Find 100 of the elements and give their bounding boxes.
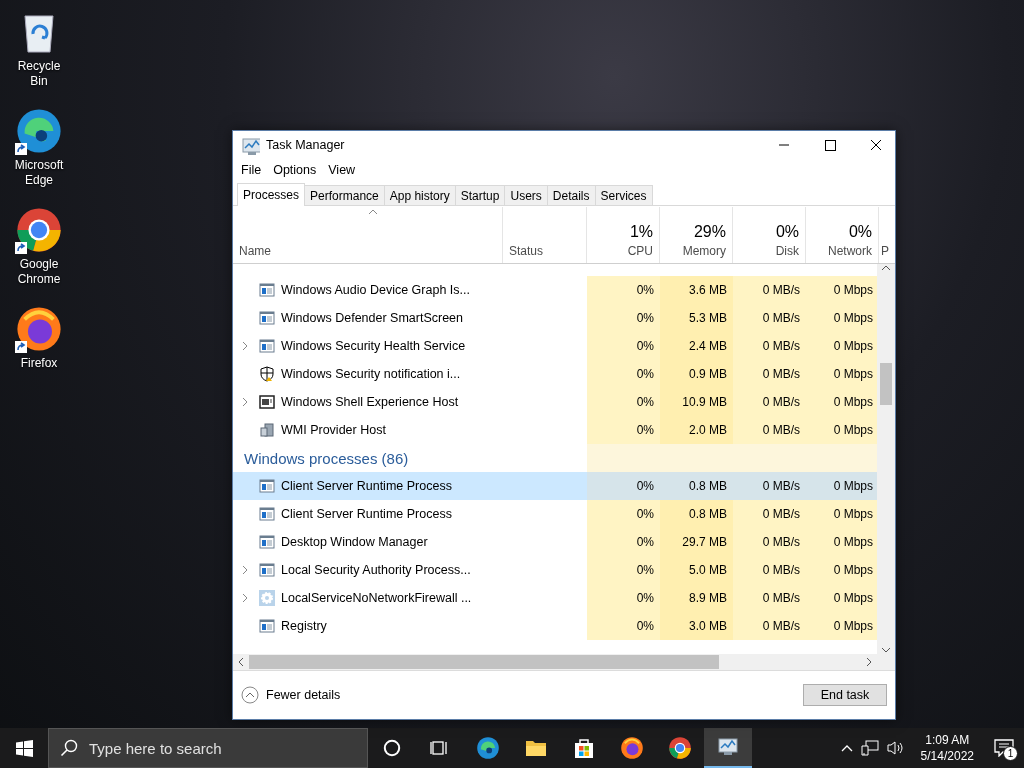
- scroll-up-icon[interactable]: [881, 264, 891, 272]
- process-row[interactable]: Desktop Window Manager 0% 29.7 MB 0 MB/s 0 Mbps: [233, 528, 877, 556]
- process-row[interactable]: Windows Security Health Service 0% 2.4 MB 0 MB/s 0 Mbps: [233, 332, 877, 360]
- chrome-icon[interactable]: [15, 206, 63, 254]
- chrome-icon: [668, 736, 692, 760]
- expand-chevron-icon[interactable]: [241, 397, 249, 407]
- memory-usage: 2.4 MB: [660, 332, 733, 360]
- expand-chevron-icon[interactable]: [241, 341, 249, 351]
- column-header[interactable]: Status: [509, 244, 580, 258]
- horizontal-scrollbar[interactable]: [233, 654, 895, 671]
- disk-usage: 0 MB/s: [733, 416, 806, 444]
- search-field[interactable]: Type here to search: [48, 728, 368, 768]
- process-name: Client Server Runtime Process: [281, 479, 452, 493]
- tab[interactable]: App history: [383, 185, 456, 205]
- memory-usage: 5.3 MB: [660, 304, 733, 332]
- process-row[interactable]: Windows Defender SmartScreen 0% 5.3 MB 0 MB/s 0 Mbps: [233, 304, 877, 332]
- app-icon: [240, 135, 260, 155]
- tab[interactable]: Services: [594, 185, 653, 205]
- cpu-usage: 0%: [587, 360, 660, 388]
- tab[interactable]: Performance: [304, 185, 385, 205]
- column-usage: 0%: [775, 223, 799, 241]
- desktop-icon-label[interactable]: Recycle Bin: [9, 59, 69, 89]
- network-icon[interactable]: [860, 740, 879, 756]
- process-row[interactable]: Windows Audio Device Graph Is... 0% 3.6 MB 0 MB/s 0 Mbps: [233, 276, 877, 304]
- cpu-usage: 0%: [587, 472, 660, 500]
- window-title: Task Manager: [266, 138, 346, 152]
- process-name: Client Server Runtime Process: [281, 507, 452, 521]
- scrollbar-thumb[interactable]: [880, 363, 892, 405]
- shield-icon: [259, 366, 275, 382]
- cpu-usage: 0%: [587, 304, 660, 332]
- tab[interactable]: Startup: [454, 185, 506, 205]
- end-task-button[interactable]: End task: [803, 684, 887, 706]
- fewer-details-button[interactable]: Fewer details: [241, 686, 341, 704]
- column-header[interactable]: Disk: [775, 244, 799, 258]
- cpu-usage: 0%: [587, 528, 660, 556]
- sort-caret-icon: [367, 209, 378, 215]
- tab[interactable]: Users: [504, 185, 548, 205]
- store-icon: [572, 736, 596, 760]
- process-row[interactable]: Client Server Runtime Process 0% 0.8 MB 0 MB/s 0 Mbps: [233, 500, 877, 528]
- process-row[interactable]: Registry 0% 3.0 MB 0 MB/s 0 Mbps: [233, 612, 877, 640]
- vertical-scrollbar[interactable]: [877, 264, 895, 654]
- process-name: Windows Security Health Service: [281, 339, 466, 353]
- process-row[interactable]: Local Security Authority Process... 0% 5.0 MB 0 MB/s 0 Mbps: [233, 556, 877, 584]
- memory-usage: 0.8 MB: [660, 500, 733, 528]
- process-row[interactable]: WMI Provider Host 0% 2.0 MB 0 MB/s 0 Mbps: [233, 416, 877, 444]
- search-icon: [60, 739, 78, 757]
- process-name: Windows Defender SmartScreen: [281, 311, 464, 325]
- disk-usage: 0 MB/s: [733, 584, 806, 612]
- memory-usage: 2.0 MB: [660, 416, 733, 444]
- taskbar-app-button[interactable]: [704, 728, 752, 768]
- menu-item[interactable]: File: [235, 163, 268, 177]
- notification-icon[interactable]: [994, 739, 1014, 757]
- process-name: Local Security Authority Process...: [281, 563, 471, 577]
- disk-usage: 0 MB/s: [733, 556, 806, 584]
- expand-chevron-icon[interactable]: [241, 565, 249, 575]
- column-header[interactable]: CPU: [627, 244, 653, 258]
- process-name: Registry: [281, 619, 327, 633]
- notification-count: 1: [1003, 746, 1018, 761]
- clock-time[interactable]: 1:09 AM: [925, 732, 970, 748]
- chevron-up-icon[interactable]: [840, 744, 853, 752]
- process-window-icon: [259, 562, 275, 578]
- memory-usage: 29.7 MB: [660, 528, 733, 556]
- cpu-usage: 0%: [587, 332, 660, 360]
- process-row[interactable]: Client Server Runtime Process 0% 0.8 MB 0 MB/s 0 Mbps: [233, 472, 877, 500]
- disk-usage: 0 MB/s: [733, 500, 806, 528]
- network-usage: 0 Mbps: [806, 360, 877, 388]
- memory-usage: 3.0 MB: [660, 612, 733, 640]
- column-header[interactable]: Network: [828, 244, 872, 258]
- menu-item[interactable]: View: [322, 163, 362, 177]
- process-window-icon: [259, 478, 275, 494]
- clock-date[interactable]: 5/14/2022: [920, 748, 974, 764]
- scroll-down-icon[interactable]: [881, 646, 891, 654]
- disk-usage: 0 MB/s: [733, 388, 806, 416]
- column-header[interactable]: Name: [239, 244, 496, 258]
- tab[interactable]: Processes: [237, 183, 306, 206]
- gear-icon: [259, 590, 275, 606]
- expand-chevron-icon[interactable]: [241, 593, 249, 603]
- process-row[interactable]: Windows Security notification i... 0% 0.9 MB 0 MB/s 0 Mbps: [233, 360, 877, 388]
- edge-icon[interactable]: [15, 107, 63, 155]
- cpu-usage: 0%: [587, 500, 660, 528]
- process-name: Windows Security notification i...: [281, 367, 461, 381]
- menu-item[interactable]: Options: [267, 163, 323, 177]
- scrollbar-thumb[interactable]: [249, 655, 719, 669]
- desktop-icon-label[interactable]: Microsoft Edge: [9, 158, 69, 188]
- process-name: LocalServiceNoNetworkFirewall ...: [281, 591, 472, 605]
- firefox-icon[interactable]: [15, 305, 63, 353]
- process-row[interactable]: LocalServiceNoNetworkFirewall ... 0% 8.9 MB 0 MB/s 0 Mbps: [233, 584, 877, 612]
- volume-icon[interactable]: [886, 740, 905, 756]
- process-window-icon: [259, 506, 275, 522]
- column-header[interactable]: P: [881, 244, 895, 258]
- column-header[interactable]: Memory: [682, 244, 726, 258]
- process-row[interactable]: Windows Shell Experience Host 0% 10.9 MB 0 MB/s 0 Mbps: [233, 388, 877, 416]
- memory-usage: 5.0 MB: [660, 556, 733, 584]
- column-usage: 29%: [693, 223, 726, 241]
- desktop-icon-label[interactable]: Google Chrome: [9, 257, 69, 287]
- tab[interactable]: Details: [546, 185, 596, 205]
- desktop-icon-label[interactable]: Firefox: [9, 356, 69, 371]
- memory-usage: 0.9 MB: [660, 360, 733, 388]
- firefox-icon: [620, 736, 644, 760]
- shell-window-icon: [259, 394, 275, 410]
